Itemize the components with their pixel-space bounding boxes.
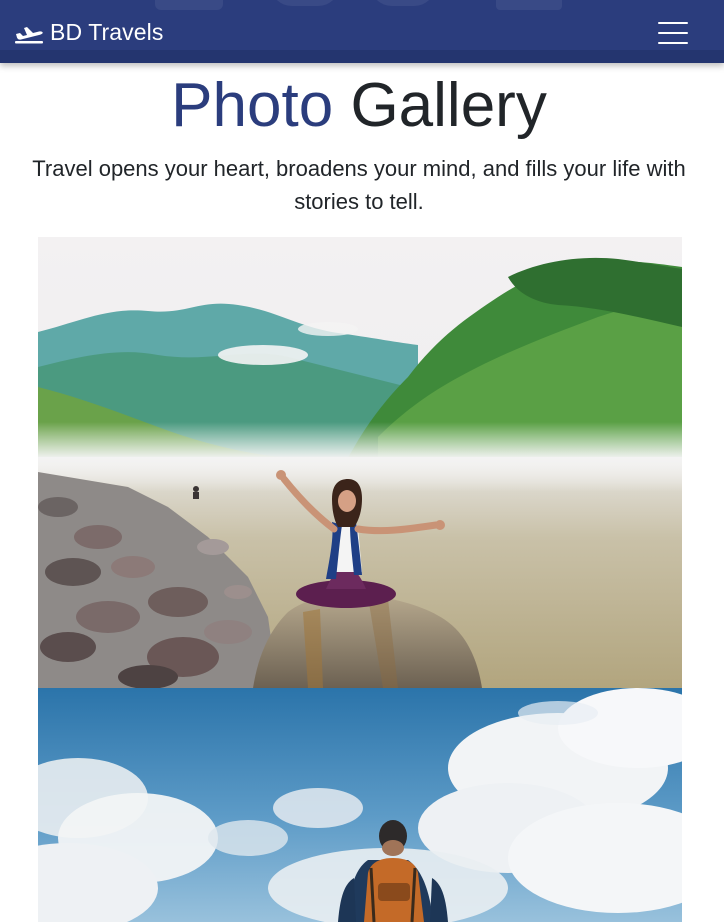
menu-toggle-button[interactable]: [655, 18, 691, 48]
woman-sitting-on-river-rock-photo[interactable]: [38, 237, 682, 688]
navbar-background-shape: [496, 0, 562, 10]
hamburger-menu-icon: [658, 42, 688, 44]
brand-link[interactable]: BD Travels: [14, 18, 163, 46]
hamburger-menu-icon: [658, 22, 688, 24]
navbar-lower-band: [0, 50, 724, 63]
navbar-background-shape: [370, 0, 436, 6]
page-title-rest: Gallery: [350, 71, 547, 140]
gallery-photo-graphic: [38, 237, 682, 688]
hiker-with-backpack-under-sky-photo[interactable]: [38, 688, 682, 922]
navbar-background-shape: [270, 0, 340, 6]
brand-name: BD Travels: [50, 18, 164, 45]
page-title: Photo Gallery: [0, 70, 718, 142]
navbar-background-shape: [155, 0, 223, 10]
plane-takeoff-icon: [15, 27, 43, 44]
gallery-photo-graphic: [38, 688, 682, 922]
navbar: BD Travels: [0, 0, 724, 63]
page-title-accent: Photo: [171, 71, 334, 140]
hamburger-menu-icon: [658, 32, 688, 34]
page-subtitle: Travel opens your heart, broadens your m…: [32, 156, 686, 214]
